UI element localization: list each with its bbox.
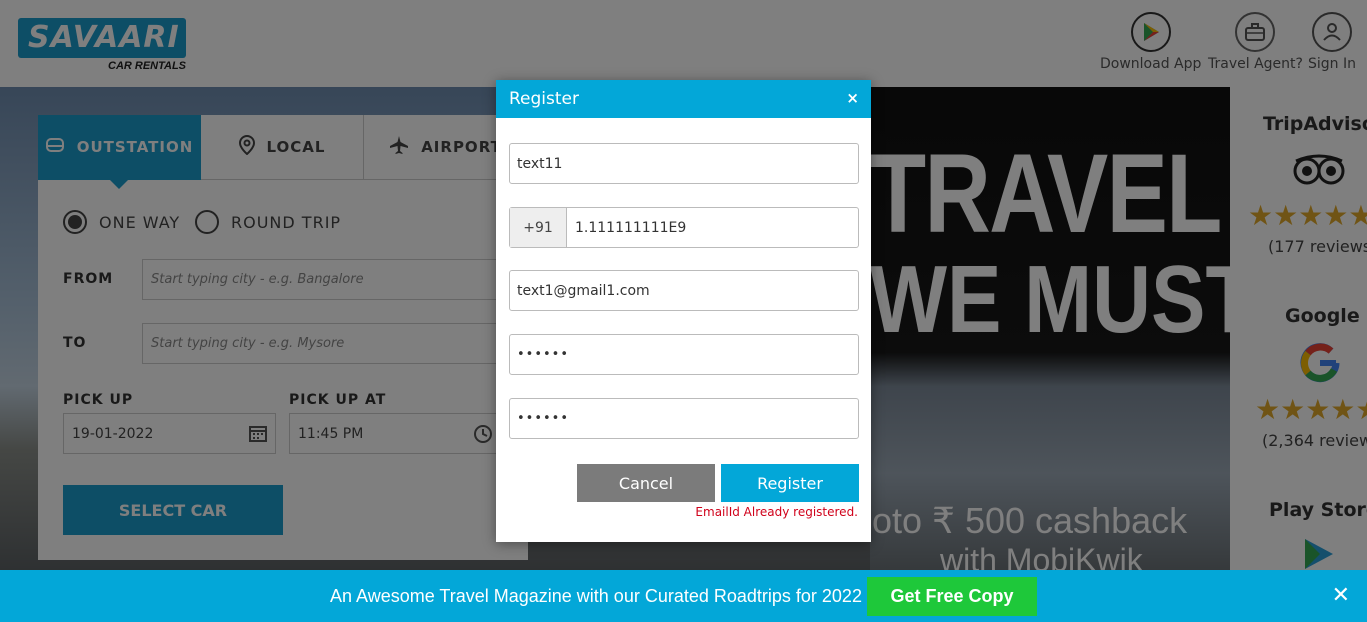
magazine-promo-bar: An Awesome Travel Magazine with our Cura… — [0, 570, 1367, 622]
modal-header: Register × — [496, 80, 871, 118]
error-message: EmailId Already registered. — [695, 505, 858, 519]
modal-close-button[interactable]: × — [846, 89, 859, 107]
email-input[interactable]: text1@gmail1.com — [509, 270, 859, 311]
phone-field: +91 1.111111111E9 — [509, 207, 859, 248]
register-button[interactable]: Register — [721, 464, 859, 502]
country-code-prefix: +91 — [510, 208, 567, 247]
close-promo-icon[interactable]: ✕ — [1332, 583, 1350, 608]
phone-input[interactable]: 1.111111111E9 — [567, 208, 858, 247]
modal-title: Register — [509, 89, 579, 109]
promo-text: An Awesome Travel Magazine with our Cura… — [330, 586, 862, 606]
confirm-password-input[interactable]: •••••• — [509, 398, 859, 439]
password-input[interactable]: •••••• — [509, 334, 859, 375]
get-free-copy-button[interactable]: Get Free Copy — [867, 577, 1037, 616]
cancel-button[interactable]: Cancel — [577, 464, 715, 502]
name-input[interactable]: text11 — [509, 143, 859, 184]
register-modal: Register × text11 +91 1.111111111E9 text… — [496, 80, 871, 542]
